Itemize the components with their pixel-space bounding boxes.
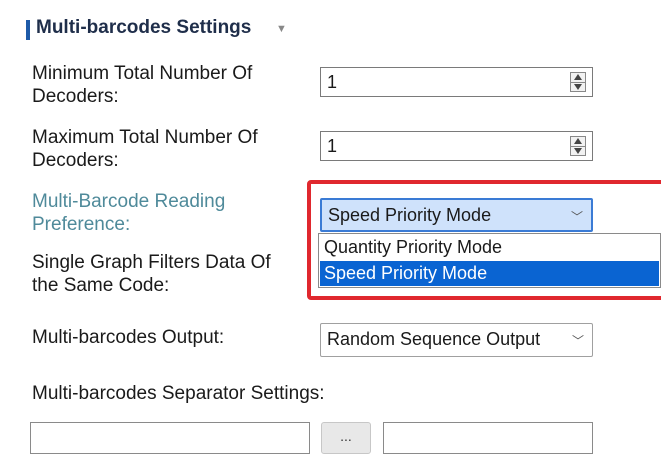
max-decoders-label: Maximum Total Number Of Decoders: <box>32 126 302 172</box>
spin-divider <box>571 146 585 147</box>
highlight-box <box>307 180 661 300</box>
chevron-down-icon[interactable]: ﹀ <box>572 332 584 349</box>
min-decoders-spinbox[interactable]: 1 <box>320 67 593 97</box>
output-select[interactable]: Random Sequence Output ﹀ <box>320 323 593 357</box>
section-title: Multi-barcodes Settings <box>36 17 252 38</box>
separator-label: Multi-barcodes Separator Settings: <box>32 383 325 404</box>
max-decoders-label-line1: Maximum Total Number Of <box>32 127 258 148</box>
spin-up-icon[interactable] <box>574 74 582 80</box>
spin-up-icon[interactable] <box>574 138 582 144</box>
max-decoders-spinbox[interactable]: 1 <box>320 131 593 161</box>
output-selected: Random Sequence Output <box>327 329 541 349</box>
max-decoders-value: 1 <box>327 136 338 156</box>
reading-preference-label: Multi-Barcode Reading Preference: <box>32 190 302 236</box>
spin-down-icon[interactable] <box>574 84 582 90</box>
single-graph-filter-label-line1: Single Graph Filters Data Of <box>32 252 271 273</box>
spin-down-icon[interactable] <box>574 148 582 154</box>
multi-barcodes-settings-panel: Multi-barcodes Settings ▼ Minimum Total … <box>0 0 661 456</box>
min-decoders-value: 1 <box>327 72 338 92</box>
section-accent-bar <box>26 20 30 40</box>
reading-preference-label-line1: Multi-Barcode Reading <box>32 191 226 212</box>
max-decoders-label-line2: Decoders: <box>32 150 119 171</box>
output-label: Multi-barcodes Output: <box>32 327 225 348</box>
browse-button[interactable]: ... <box>321 422 371 454</box>
single-graph-filter-label: Single Graph Filters Data Of the Same Co… <box>32 251 302 297</box>
spin-divider <box>571 82 585 83</box>
reading-preference-label-line2: Preference: <box>32 214 131 235</box>
min-decoders-label: Minimum Total Number Of Decoders: <box>32 62 302 108</box>
section-header[interactable]: Multi-barcodes Settings ▼ <box>0 0 661 60</box>
separator-field-2[interactable] <box>383 422 593 454</box>
caret-down-icon[interactable]: ▼ <box>276 23 287 35</box>
min-decoders-label-line1: Minimum Total Number Of <box>32 63 253 84</box>
single-graph-filter-label-line2: the Same Code: <box>32 275 170 296</box>
spin-buttons[interactable] <box>570 72 586 92</box>
min-decoders-label-line2: Decoders: <box>32 86 119 107</box>
separator-field-1[interactable] <box>30 422 310 454</box>
spin-buttons[interactable] <box>570 136 586 156</box>
